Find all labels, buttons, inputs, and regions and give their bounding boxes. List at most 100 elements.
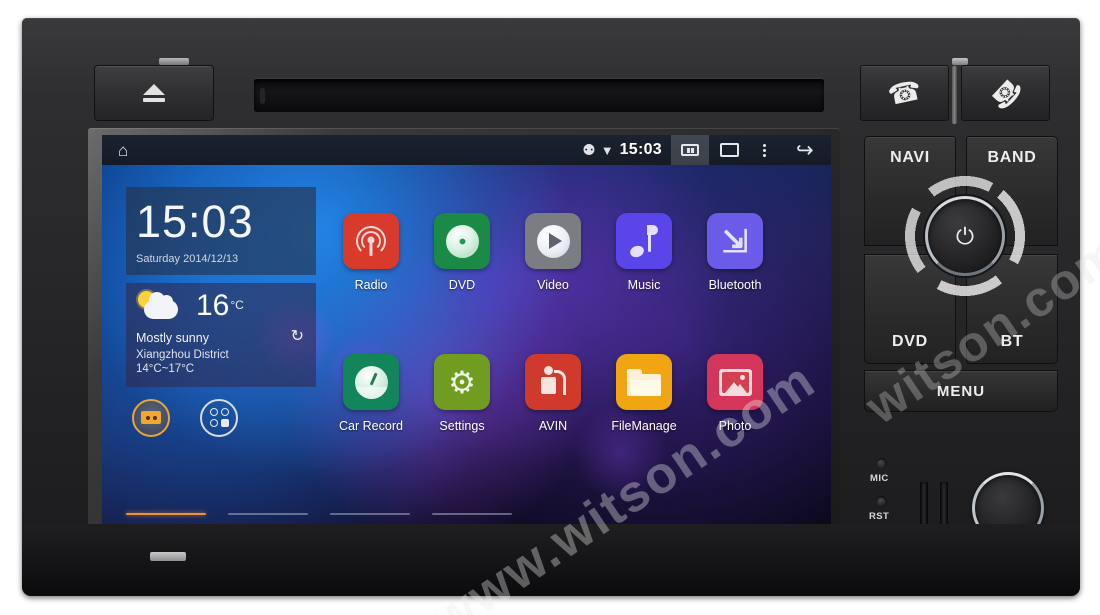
microphone-hole	[876, 458, 887, 469]
widget-column: 15:03 Saturday 2014/12/13 16°C Mostly su…	[126, 187, 316, 437]
app-photo[interactable]: Photo	[702, 354, 768, 433]
app-label: Photo	[718, 419, 752, 433]
app-label: FileManage	[611, 419, 677, 433]
sun-behind-cloud-icon	[136, 291, 182, 321]
photo-image-icon	[718, 368, 752, 396]
widget-dock	[126, 398, 316, 437]
bluetooth-icon: ⇲	[722, 223, 748, 259]
clock-widget[interactable]: 15:03 Saturday 2014/12/13	[126, 187, 316, 275]
play-circle-icon	[536, 224, 570, 258]
menu-button[interactable]: MENU	[864, 370, 1058, 412]
weather-location-range: Xiangzhou District 14°C~17°C	[136, 349, 229, 376]
panel-divider	[952, 66, 957, 124]
app-tile	[525, 354, 581, 410]
right-control-panel: NAVI BAND DVD BT ⏻ MENU	[854, 136, 1070, 436]
gear-icon: ⚙	[448, 364, 476, 400]
power-knob-button[interactable]: ⏻	[925, 196, 1005, 276]
weather-summary: 16°C	[136, 291, 306, 321]
chassis-nub-left	[159, 58, 189, 65]
mic-label: MIC	[870, 473, 889, 484]
app-label: Radio	[354, 278, 388, 292]
app-tile	[616, 354, 672, 410]
recent-apps-button[interactable]	[709, 135, 749, 165]
home-button[interactable]: ⌂	[118, 142, 128, 159]
cd-disc-slot[interactable]	[254, 78, 824, 112]
app-tile	[525, 213, 581, 269]
app-music[interactable]: Music	[611, 213, 677, 292]
weather-temperature-group: 16°C	[196, 291, 244, 321]
phone-answer-icon: ☎	[884, 74, 924, 111]
dock-media-button[interactable]	[132, 398, 170, 437]
page-indicator-dot[interactable]	[330, 512, 410, 515]
clock-widget-time: 15:03	[136, 196, 254, 247]
page-indicator	[126, 512, 512, 515]
app-tile	[343, 213, 399, 269]
app-label: AVIN	[538, 419, 568, 433]
phone-end-button[interactable]: ☎	[961, 65, 1050, 121]
reset-label: RST	[869, 511, 890, 522]
folder-icon	[627, 368, 661, 396]
chassis-lip-tab	[150, 552, 186, 561]
phone-end-icon: ☎	[983, 70, 1029, 116]
reset-hole[interactable]	[876, 496, 887, 507]
page-indicator-dot[interactable]	[432, 512, 512, 515]
page-indicator-dot[interactable]	[126, 512, 206, 515]
android-status-bar: ⌂ ⚉ ▼ 15:03 ↩	[102, 135, 831, 165]
app-label: Settings	[439, 419, 485, 433]
weather-condition: Mostly sunny	[136, 331, 209, 345]
clock-widget-date: Saturday 2014/12/13	[136, 253, 239, 265]
app-tile: ⚙	[434, 354, 490, 410]
screenshot-button[interactable]	[671, 135, 709, 165]
eject-button[interactable]	[94, 65, 214, 121]
app-tile	[616, 213, 672, 269]
overflow-menu-icon	[762, 143, 766, 147]
overflow-menu-button[interactable]	[749, 135, 779, 165]
screenshot-icon	[681, 144, 699, 156]
app-label: DVD	[448, 278, 476, 292]
weather-temperature: 16	[196, 289, 230, 322]
music-note-icon	[628, 225, 658, 259]
touchscreen[interactable]: ⌂ ⚉ ▼ 15:03 ↩ 15:03 Saturday 2014/12/13 …	[102, 135, 831, 529]
status-bar-right: ⚉ ▼ 15:03 ↩	[582, 135, 831, 165]
app-label: Music	[627, 278, 661, 292]
back-icon: ↩	[796, 138, 814, 162]
app-car-record[interactable]: Car Record	[338, 354, 404, 433]
disc-icon	[445, 224, 479, 258]
app-tile: ⇲	[707, 213, 763, 269]
chassis-nub-right	[952, 58, 968, 65]
screen-bezel: ⌂ ⚉ ▼ 15:03 ↩ 15:03 Saturday 2014/12/13 …	[88, 128, 840, 538]
app-label: Car Record	[339, 419, 403, 433]
app-label: Video	[537, 278, 569, 292]
app-tile	[434, 213, 490, 269]
app-drawer-icon	[209, 408, 229, 428]
app-filemanager[interactable]: FileManage	[611, 354, 677, 433]
weather-widget[interactable]: 16°C Mostly sunny Xiangzhou District 14°…	[126, 283, 316, 387]
app-tile	[343, 354, 399, 410]
back-button[interactable]: ↩	[779, 135, 831, 165]
page-indicator-dot[interactable]	[228, 512, 308, 515]
status-bar-clock: 15:03	[619, 141, 662, 158]
wifi-icon: ▼	[600, 142, 614, 158]
app-dvd[interactable]: DVD	[429, 213, 495, 292]
app-video[interactable]: Video	[520, 213, 586, 292]
app-row-1: Radio DVD Video Music ⇲ Bluetooth	[338, 213, 821, 292]
app-radio[interactable]: Radio	[338, 213, 404, 292]
recent-apps-icon	[719, 143, 739, 157]
phone-answer-button[interactable]: ☎	[860, 65, 949, 121]
app-grid: Radio DVD Video Music ⇲ Bluetooth Car Re…	[338, 213, 821, 433]
app-label: Bluetooth	[708, 278, 762, 292]
app-tile	[707, 354, 763, 410]
location-pin-icon: ⚉	[582, 142, 596, 159]
app-avin[interactable]: AVIN	[520, 354, 586, 433]
media-cassette-icon	[141, 411, 161, 425]
app-bluetooth[interactable]: ⇲ Bluetooth	[702, 213, 768, 292]
app-settings[interactable]: ⚙ Settings	[429, 354, 495, 433]
eject-icon	[143, 84, 165, 102]
home-screen-wallpaper: 15:03 Saturday 2014/12/13 16°C Mostly su…	[102, 165, 831, 529]
dock-apps-button[interactable]	[200, 398, 238, 437]
app-row-2: Car Record ⚙ Settings AVIN FileManage Ph…	[338, 354, 821, 433]
refresh-icon[interactable]: ↻	[291, 329, 304, 345]
gauge-icon	[354, 365, 388, 399]
power-icon: ⏻	[955, 222, 975, 249]
radio-broadcast-icon	[354, 224, 388, 258]
